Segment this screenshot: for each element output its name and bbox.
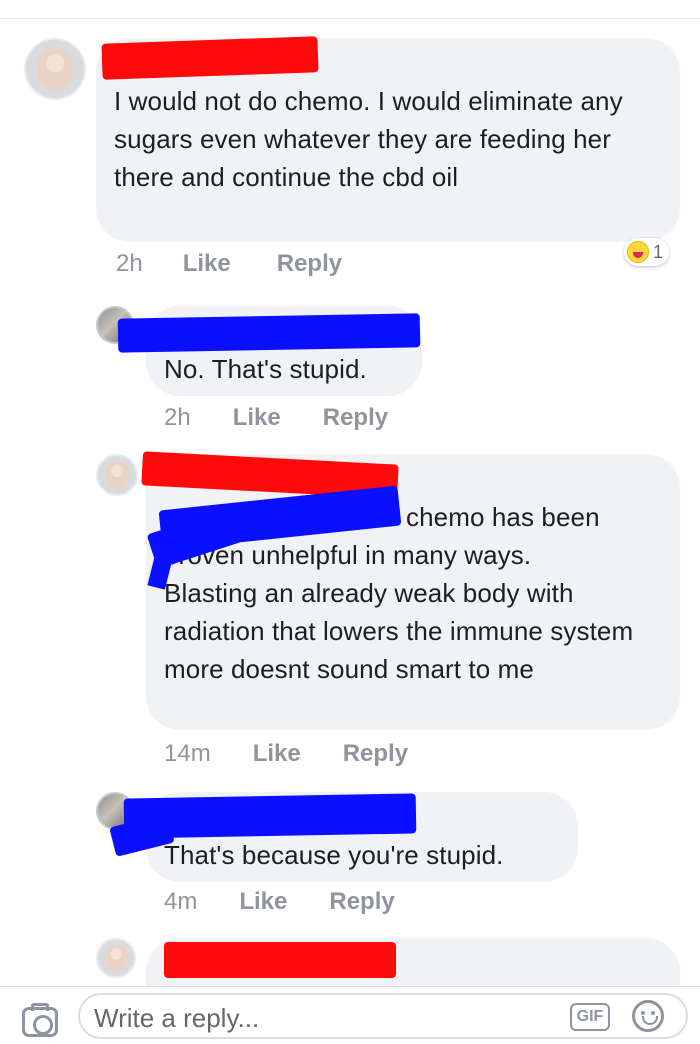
laugh-emoji-icon [627,241,649,263]
comment-timestamp: 4m [164,888,198,915]
like-button[interactable]: Like [253,740,301,768]
reply-composer: Write a reply... GIF [0,986,700,1044]
like-button[interactable]: Like [233,404,281,432]
comment-timestamp: 14m [164,740,211,767]
reaction-summary[interactable]: 1 [624,238,670,266]
redaction-mark [117,313,421,353]
camera-icon[interactable] [22,1003,58,1037]
comment-meta: 2h Like Reply [164,404,388,432]
redaction-mark [101,36,319,80]
comment-meta: 2h Like Reply [116,250,342,278]
like-button[interactable]: Like [239,888,287,916]
reaction-count: 1 [653,241,664,262]
avatar-photo [37,48,73,90]
smiley-icon[interactable] [632,1000,664,1032]
avatar-photo [105,945,127,971]
top-divider [0,18,700,19]
comment-timestamp: 2h [164,404,191,431]
avatar[interactable] [96,938,136,978]
comment-text: Blasting an already weak body with radia… [164,578,634,684]
reply-button[interactable]: Reply [323,404,388,432]
avatar-photo [105,461,129,489]
comment-timestamp: 2h [116,250,143,277]
reply-placeholder: Write a reply... [94,1003,260,1033]
reply-button[interactable]: Reply [329,888,394,916]
gif-button[interactable]: GIF [570,1003,610,1031]
comment-meta: 14m Like Reply [164,740,408,768]
avatar[interactable] [24,38,86,100]
redaction-mark [164,942,396,978]
avatar[interactable] [96,454,138,496]
like-button[interactable]: Like [183,250,231,278]
comment-text: That's because you're stupid. [164,840,504,870]
comment-meta: 4m Like Reply [164,888,395,916]
comment-text-fragment: chemo has been [406,502,600,532]
comment-text: I would not do chemo. I would eliminate … [114,86,623,192]
comment-bubble: chemo has been proven unhelpful in many … [146,454,680,730]
comment-text: No. That's stupid. [164,354,367,384]
reply-button[interactable]: Reply [277,250,342,278]
reply-input[interactable]: Write a reply... GIF [78,993,688,1039]
reply-button[interactable]: Reply [343,740,408,768]
